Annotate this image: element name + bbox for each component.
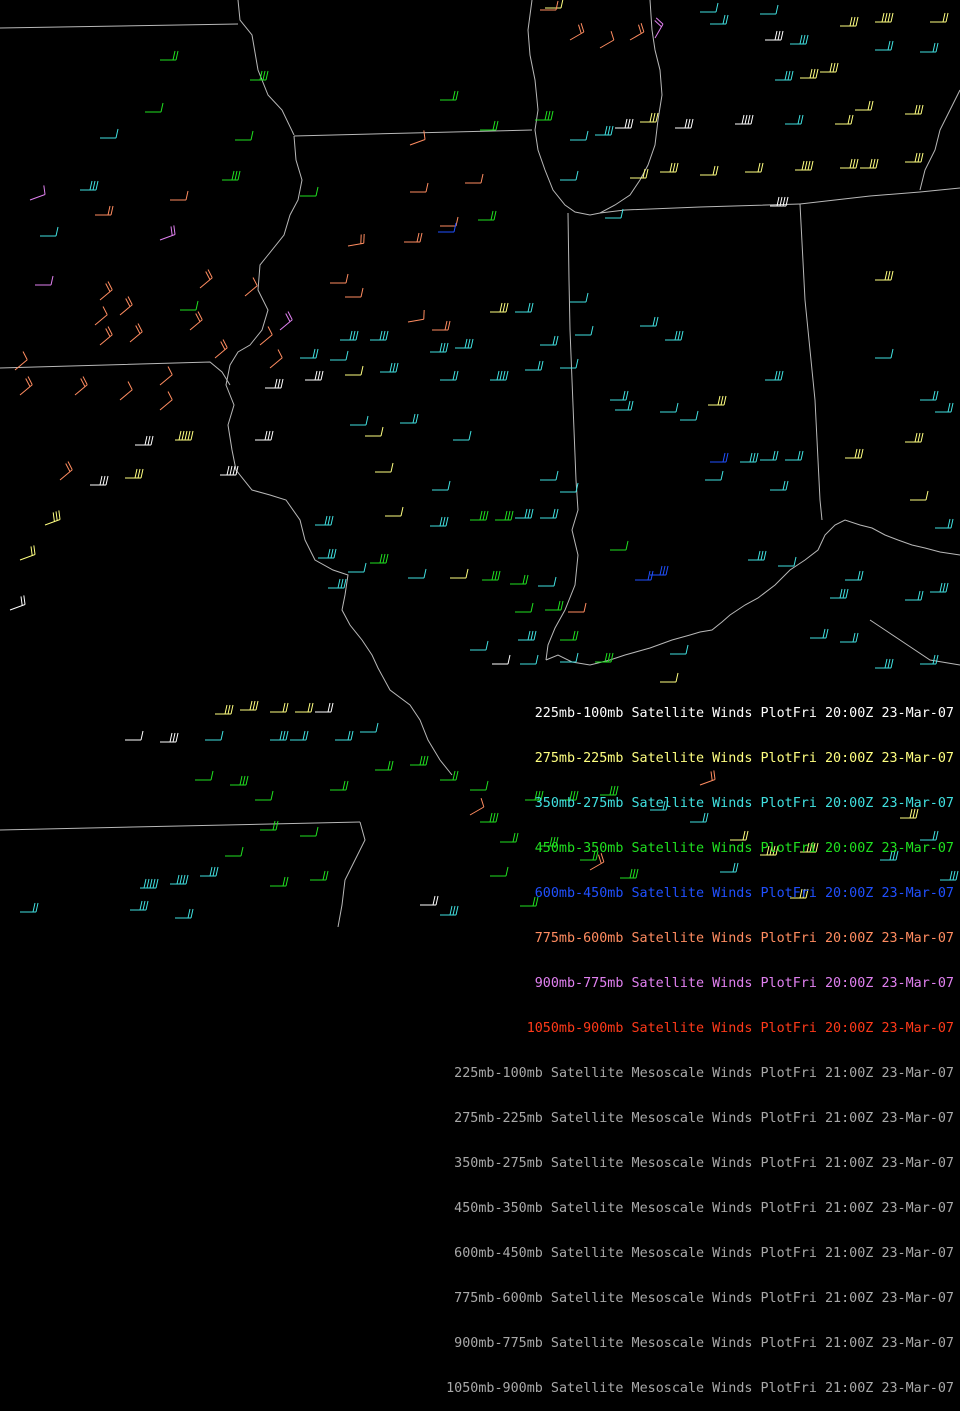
legend-time: 21:00Z — [825, 1246, 874, 1261]
legend-row: 275mb-225mb Satellite Mesoscale Winds Pl… — [360, 1111, 954, 1126]
legend-row: 900mb-775mb Satellite Winds PlotFri 20:0… — [360, 976, 954, 991]
legend-product: Satellite Mesoscale Winds Plot — [550, 1201, 793, 1216]
legend-time: 20:00Z — [825, 886, 874, 901]
legend-date: 23-Mar-07 — [881, 841, 954, 856]
legend-time: 21:00Z — [825, 1291, 874, 1306]
legend-row: 600mb-450mb Satellite Winds PlotFri 20:0… — [360, 886, 954, 901]
legend-row: 225mb-100mb Satellite Winds PlotFri 20:0… — [360, 706, 954, 721]
legend-date: 23-Mar-07 — [881, 1381, 954, 1396]
legend-row: 225mb-100mb Satellite Mesoscale Winds Pl… — [360, 1066, 954, 1081]
legend-date: 23-Mar-07 — [881, 886, 954, 901]
legend-date: 23-Mar-07 — [881, 1291, 954, 1306]
legend-layers: 1050mb-900mb — [526, 1021, 624, 1036]
legend-day: Fri — [792, 1111, 817, 1126]
legend-day: Fri — [792, 1201, 817, 1216]
legend-time: 20:00Z — [825, 976, 874, 991]
legend-row: 900mb-775mb Satellite Mesoscale Winds Pl… — [360, 1336, 954, 1351]
legend-layers: 275mb-225mb — [534, 751, 624, 766]
legend-product: Satellite Winds Plot — [631, 796, 793, 811]
legend-layers: 1050mb-900mb — [446, 1381, 543, 1396]
legend-day: Fri — [792, 796, 817, 811]
legend-day: Fri — [792, 1291, 817, 1306]
legend-row: 275mb-225mb Satellite Winds PlotFri 20:0… — [360, 751, 954, 766]
legend-day: Fri — [792, 931, 817, 946]
legend-time: 21:00Z — [825, 1336, 874, 1351]
legend-product: Satellite Winds Plot — [631, 841, 793, 856]
legend-date: 23-Mar-07 — [881, 931, 954, 946]
legend-day: Fri — [792, 1021, 817, 1036]
legend-time: 20:00Z — [825, 796, 874, 811]
legend-row: 450mb-350mb Satellite Winds PlotFri 20:0… — [360, 841, 954, 856]
legend-date: 23-Mar-07 — [881, 751, 954, 766]
legend-layers: 600mb-450mb — [454, 1246, 543, 1261]
legend-time: 21:00Z — [825, 1066, 874, 1081]
legend-layers: 450mb-350mb — [534, 841, 624, 856]
legend-layers: 275mb-225mb — [454, 1111, 543, 1126]
legend-date: 23-Mar-07 — [881, 1156, 954, 1171]
legend-day: Fri — [792, 1066, 817, 1081]
legend-row: 450mb-350mb Satellite Mesoscale Winds Pl… — [360, 1201, 954, 1216]
legend-row: 600mb-450mb Satellite Mesoscale Winds Pl… — [360, 1246, 954, 1261]
legend-row: 775mb-600mb Satellite Winds PlotFri 20:0… — [360, 931, 954, 946]
legend-layers: 350mb-275mb — [454, 1156, 543, 1171]
legend-date: 23-Mar-07 — [881, 796, 954, 811]
legend-date: 23-Mar-07 — [881, 1066, 954, 1081]
legend-product: Satellite Winds Plot — [631, 706, 793, 721]
legend-day: Fri — [792, 1381, 817, 1396]
legend-layers: 600mb-450mb — [534, 886, 624, 901]
legend-date: 23-Mar-07 — [881, 1336, 954, 1351]
legend-day: Fri — [792, 1246, 817, 1261]
legend-product: Satellite Mesoscale Winds Plot — [550, 1156, 793, 1171]
legend-time: 21:00Z — [825, 1381, 874, 1396]
legend-day: Fri — [792, 841, 817, 856]
legend-row: 775mb-600mb Satellite Mesoscale Winds Pl… — [360, 1291, 954, 1306]
legend-product: Satellite Mesoscale Winds Plot — [550, 1291, 793, 1306]
legend-product: Satellite Winds Plot — [631, 751, 793, 766]
legend-row: 1050mb-900mb Satellite Mesoscale Winds P… — [360, 1381, 954, 1396]
legend-date: 23-Mar-07 — [881, 1021, 954, 1036]
legend-layers: 900mb-775mb — [534, 976, 624, 991]
legend-day: Fri — [792, 976, 817, 991]
legend-product: Satellite Winds Plot — [631, 1021, 793, 1036]
legend-product: Satellite Mesoscale Winds Plot — [550, 1246, 793, 1261]
legend-time: 20:00Z — [825, 751, 874, 766]
legend-layers: 225mb-100mb — [534, 706, 624, 721]
legend-time: 20:00Z — [825, 931, 874, 946]
legend-time: 20:00Z — [825, 706, 874, 721]
legend-date: 23-Mar-07 — [881, 1201, 954, 1216]
legend-time: 20:00Z — [825, 841, 874, 856]
legend-row: 350mb-275mb Satellite Winds PlotFri 20:0… — [360, 796, 954, 811]
legend-product: Satellite Winds Plot — [631, 976, 793, 991]
legend-layers: 775mb-600mb — [454, 1291, 543, 1306]
legend-row: 350mb-275mb Satellite Mesoscale Winds Pl… — [360, 1156, 954, 1171]
legend-day: Fri — [792, 706, 817, 721]
legend-layers: 900mb-775mb — [454, 1336, 543, 1351]
legend-day: Fri — [792, 886, 817, 901]
legend-date: 23-Mar-07 — [881, 706, 954, 721]
legend-product: Satellite Winds Plot — [631, 886, 793, 901]
legend-product: Satellite Winds Plot — [631, 931, 793, 946]
legend-product: Satellite Mesoscale Winds Plot — [550, 1111, 793, 1126]
legend-date: 23-Mar-07 — [881, 1246, 954, 1261]
legend-time: 20:00Z — [825, 1021, 874, 1036]
legend-layers: 350mb-275mb — [534, 796, 624, 811]
legend-product: Satellite Mesoscale Winds Plot — [550, 1381, 793, 1396]
map-legend: 225mb-100mb Satellite Winds PlotFri 20:0… — [360, 676, 954, 1411]
legend-row: 1050mb-900mb Satellite Winds PlotFri 20:… — [360, 1021, 954, 1036]
legend-date: 23-Mar-07 — [881, 1111, 954, 1126]
legend-layers: 775mb-600mb — [534, 931, 624, 946]
legend-day: Fri — [792, 1336, 817, 1351]
legend-time: 21:00Z — [825, 1156, 874, 1171]
legend-product: Satellite Mesoscale Winds Plot — [550, 1066, 793, 1081]
legend-day: Fri — [792, 1156, 817, 1171]
legend-time: 21:00Z — [825, 1201, 874, 1216]
legend-layers: 450mb-350mb — [454, 1201, 543, 1216]
legend-date: 23-Mar-07 — [881, 976, 954, 991]
legend-product: Satellite Mesoscale Winds Plot — [550, 1336, 793, 1351]
legend-layers: 225mb-100mb — [454, 1066, 543, 1081]
legend-time: 21:00Z — [825, 1111, 874, 1126]
legend-day: Fri — [792, 751, 817, 766]
